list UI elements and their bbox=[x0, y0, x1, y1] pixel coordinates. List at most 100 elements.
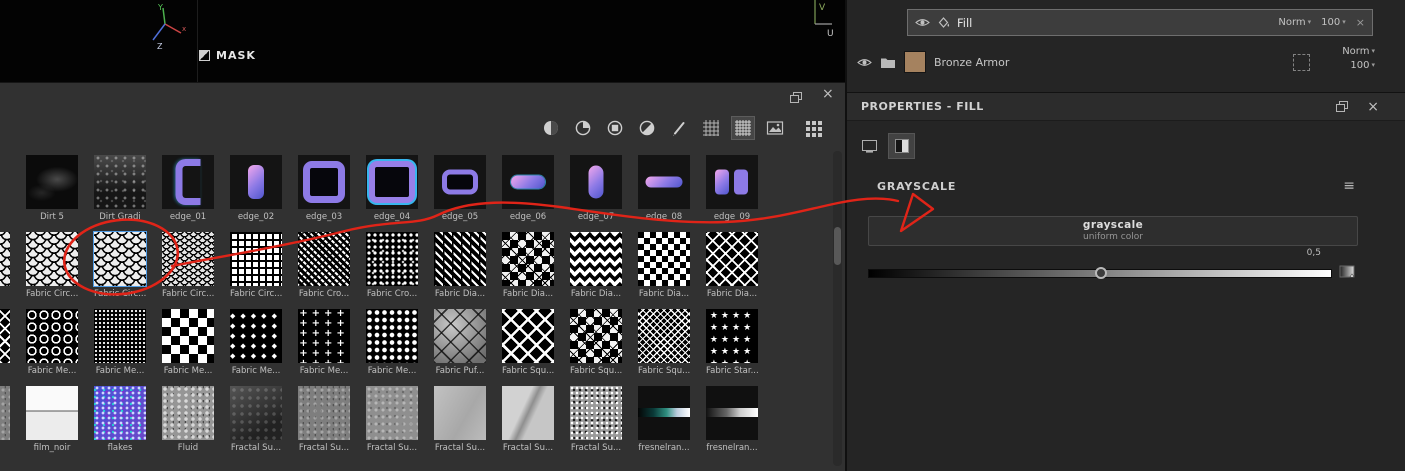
shelf-thumbnail[interactable] bbox=[638, 232, 690, 286]
shelf-thumbnail[interactable] bbox=[0, 386, 10, 440]
tab-grayscale[interactable] bbox=[889, 134, 914, 158]
shelf-thumbnail[interactable] bbox=[298, 232, 350, 286]
square-in-circle-icon[interactable] bbox=[604, 117, 626, 139]
opacity-select[interactable]: 100 ▾ bbox=[1342, 60, 1375, 71]
fine-grid-icon[interactable] bbox=[700, 117, 722, 139]
shelf-item[interactable]: Fabric Squ... bbox=[502, 309, 554, 377]
shelf-item[interactable]: edge_01 bbox=[162, 155, 214, 223]
shelf-item[interactable]: Fabric Cro... bbox=[298, 232, 350, 300]
shelf-item[interactable]: edge_09 bbox=[706, 155, 758, 223]
shelf-item[interactable]: Fabric Me... bbox=[94, 309, 146, 377]
restore-window-icon[interactable] bbox=[790, 92, 803, 104]
shelf-thumbnail[interactable] bbox=[94, 155, 146, 209]
shelf-thumbnail[interactable] bbox=[26, 309, 78, 363]
layer-thumbnail[interactable] bbox=[904, 51, 926, 73]
shelf-item[interactable]: Fabric Dia... bbox=[638, 232, 690, 300]
shelf-thumbnail[interactable] bbox=[162, 232, 214, 286]
shelf-item[interactable]: Fractal Su... bbox=[502, 386, 554, 454]
shelf-thumbnail[interactable] bbox=[502, 309, 554, 363]
shelf-thumbnail[interactable] bbox=[162, 309, 214, 363]
shelf-item[interactable]: ++++++++++++++++++++++++++++++ Fabric Me.… bbox=[298, 309, 350, 377]
shelf-thumbnail[interactable] bbox=[366, 309, 418, 363]
viewport-3d[interactable]: Y x Z MASK V U bbox=[0, 0, 845, 82]
layer-row-group[interactable]: Bronze Armor bbox=[847, 44, 1405, 80]
shelf-thumbnail[interactable] bbox=[502, 386, 554, 440]
shelf-thumbnail[interactable] bbox=[706, 386, 758, 440]
shelf-thumbnail[interactable] bbox=[706, 155, 758, 209]
shelf-scrollbar[interactable] bbox=[833, 151, 842, 466]
shelf-thumbnail[interactable] bbox=[366, 232, 418, 286]
shelf-thumbnail[interactable] bbox=[298, 155, 350, 209]
shelf-thumbnail[interactable] bbox=[162, 386, 214, 440]
grid-view-icon[interactable] bbox=[806, 121, 822, 137]
close-icon[interactable]: × bbox=[822, 86, 834, 102]
shelf-item[interactable]: Fabric Circ... bbox=[162, 232, 214, 300]
shelf-item[interactable]: edge_06 bbox=[502, 155, 554, 223]
sphere-diagonal-icon[interactable] bbox=[636, 117, 658, 139]
shelf-item[interactable]: ★★★★★★★★★★★★★★★★★★★★★★★★★★★★★★ Fabric Sta… bbox=[706, 309, 759, 377]
opacity-select[interactable]: 100 ▾ bbox=[1321, 17, 1346, 28]
shelf-thumbnail[interactable] bbox=[570, 309, 622, 363]
restore-panel-icon[interactable] bbox=[1336, 100, 1349, 113]
shelf-item[interactable]: Fractal Su... bbox=[366, 386, 418, 454]
shelf-thumbnail[interactable] bbox=[366, 155, 418, 209]
shelf-scrollbar-thumb[interactable] bbox=[834, 227, 841, 265]
shelf-item[interactable]: Fabric Dia... bbox=[570, 232, 622, 300]
shelf-thumbnail[interactable] bbox=[94, 309, 146, 363]
shelf-thumbnail[interactable] bbox=[162, 155, 214, 209]
shelf-item[interactable]: Fabric Circ... bbox=[230, 232, 282, 300]
shelf-thumbnail[interactable] bbox=[26, 232, 78, 286]
shelf-item[interactable]: Fabric Dia... bbox=[706, 232, 758, 300]
shelf-thumbnail[interactable] bbox=[638, 155, 690, 209]
shelf-thumbnail[interactable] bbox=[94, 386, 146, 440]
shelf-thumbnail[interactable] bbox=[230, 386, 282, 440]
shelf-thumbnail[interactable] bbox=[434, 386, 486, 440]
shelf-thumbnail[interactable] bbox=[434, 155, 486, 209]
dense-grid-icon[interactable] bbox=[732, 117, 754, 139]
shelf-item-partial[interactable] bbox=[0, 309, 10, 363]
sphere-quarter-icon[interactable] bbox=[572, 117, 594, 139]
visibility-eye-icon[interactable] bbox=[915, 17, 930, 28]
shelf-item[interactable]: edge_02 bbox=[230, 155, 282, 223]
shelf-thumbnail[interactable] bbox=[638, 386, 690, 440]
shelf-thumbnail[interactable] bbox=[434, 309, 486, 363]
image-icon[interactable] bbox=[764, 117, 786, 139]
shelf-item[interactable]: Fractal Su... bbox=[230, 386, 282, 454]
shelf-thumbnail[interactable]: ★★★★★★★★★★★★★★★★★★★★★★★★★★★★★★ bbox=[706, 309, 758, 363]
shelf-thumbnail[interactable]: ++++++++++++++++++++++++++++++ bbox=[298, 309, 350, 363]
shelf-item[interactable]: edge_04 bbox=[366, 155, 418, 223]
shelf-thumbnail[interactable] bbox=[0, 309, 10, 363]
shelf-thumbnail[interactable] bbox=[570, 155, 622, 209]
shelf-item[interactable]: Fabric Me... bbox=[26, 309, 78, 377]
shelf-thumbnail[interactable] bbox=[570, 386, 622, 440]
shelf-item[interactable]: Fabric Me... bbox=[366, 309, 418, 377]
shelf-item[interactable]: Fluid bbox=[162, 386, 214, 454]
grayscale-source-button[interactable]: grayscale uniform color bbox=[868, 216, 1358, 246]
shelf-item[interactable]: Fractal Su... bbox=[298, 386, 350, 454]
shelf-item[interactable]: edge_03 bbox=[298, 155, 350, 223]
shelf-thumbnail[interactable] bbox=[502, 155, 554, 209]
shelf-item-partial[interactable] bbox=[0, 232, 10, 286]
shelf-thumbnail[interactable] bbox=[26, 386, 78, 440]
shelf-thumbnail[interactable] bbox=[94, 232, 146, 286]
shelf-thumbnail[interactable] bbox=[230, 232, 282, 286]
shelf-item[interactable]: film_noir bbox=[26, 386, 78, 454]
shelf-item-partial[interactable] bbox=[0, 386, 10, 440]
layer-row-fill[interactable]: Fill Norm ▾ 100 ▾ × bbox=[907, 9, 1373, 36]
remove-layer-icon[interactable]: × bbox=[1356, 16, 1365, 29]
shelf-thumbnail[interactable] bbox=[638, 309, 690, 363]
shelf-thumbnail[interactable] bbox=[434, 232, 486, 286]
shelf-item[interactable]: ◆◆◆◆◆◆◆◆◆◆◆◆◆◆◆◆◆◆◆◆◆◆◆◆◆◆◆◆◆◆ Fabric Me.… bbox=[230, 309, 282, 377]
shelf-thumbnail[interactable] bbox=[502, 232, 554, 286]
mask-drop-target-icon[interactable] bbox=[1293, 54, 1310, 71]
shelf-item[interactable]: Fabric Dia... bbox=[502, 232, 554, 300]
shelf-item[interactable]: Fabric Cro... bbox=[366, 232, 418, 300]
shelf-thumbnail[interactable] bbox=[0, 232, 10, 286]
shelf-item[interactable]: Fabric Puf... bbox=[434, 309, 486, 377]
shelf-thumbnail[interactable] bbox=[230, 155, 282, 209]
blend-mode-select[interactable]: Norm ▾ bbox=[1278, 17, 1311, 28]
blend-mode-select[interactable]: Norm ▾ bbox=[1342, 46, 1375, 57]
shelf-item[interactable]: Dirt 5 bbox=[26, 155, 78, 223]
shelf-thumbnail[interactable] bbox=[570, 232, 622, 286]
grayscale-slider[interactable] bbox=[868, 267, 1332, 279]
